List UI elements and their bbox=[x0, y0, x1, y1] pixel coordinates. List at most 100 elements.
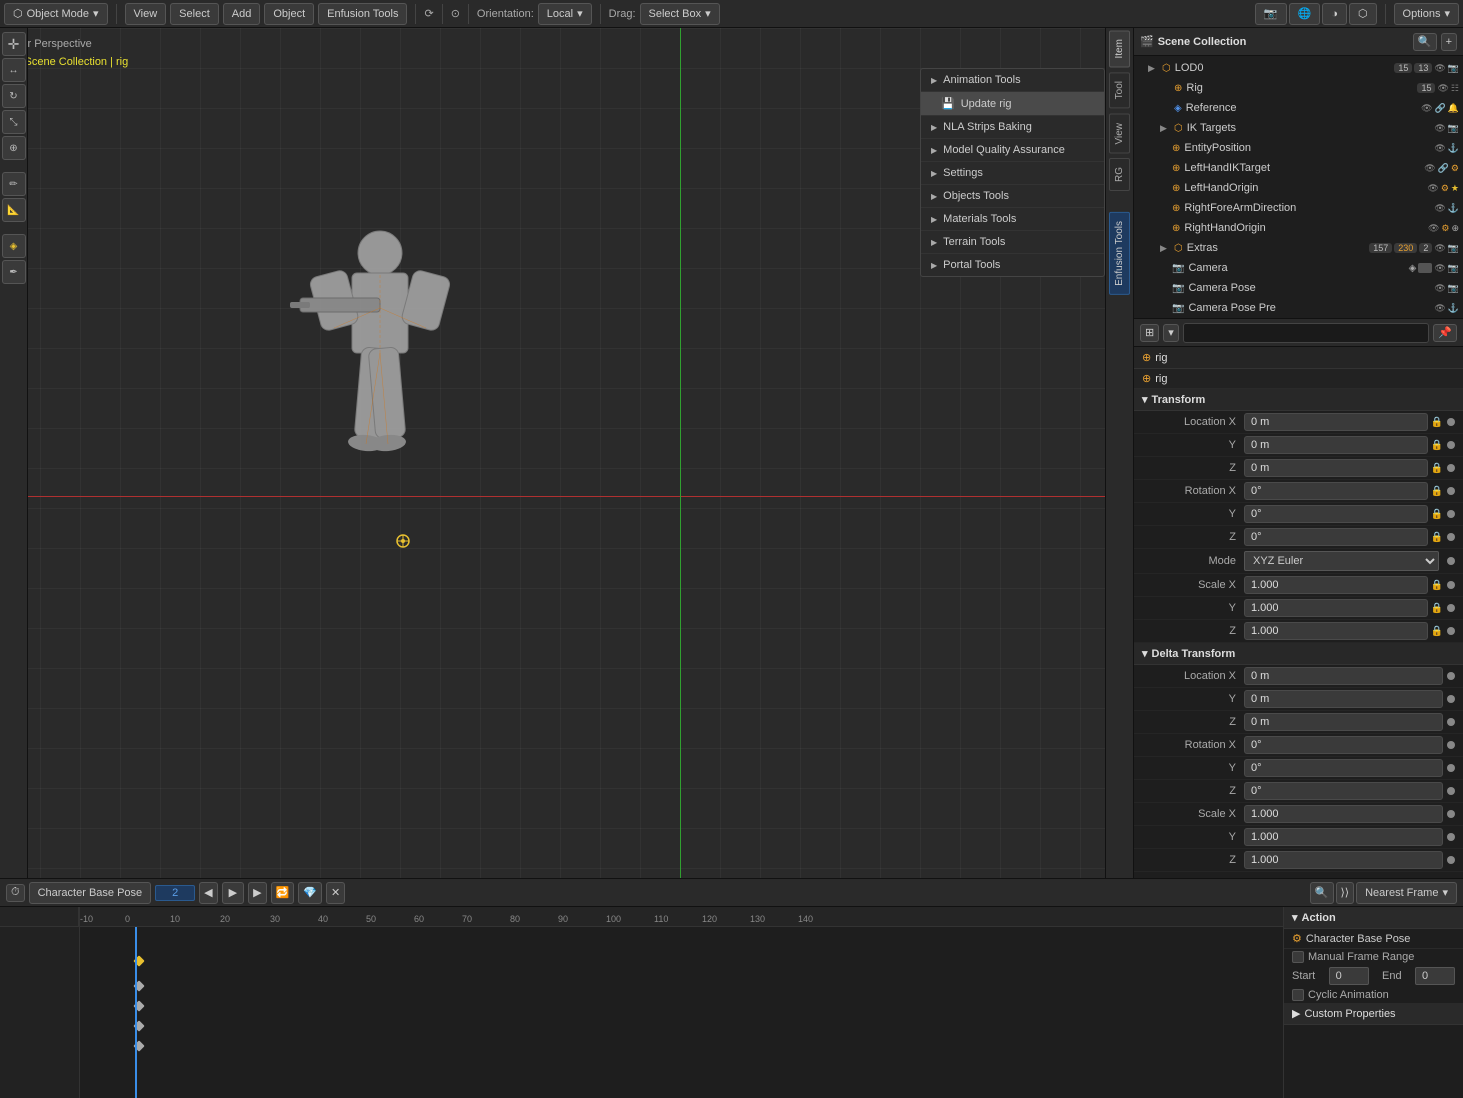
prop-pin-btn[interactable]: 📌 bbox=[1433, 324, 1457, 342]
delta-loc-y-value[interactable]: 0 m bbox=[1244, 690, 1443, 708]
enfusion-menu[interactable]: Enfusion Tools bbox=[318, 3, 407, 25]
render-btn[interactable]: 🌐 bbox=[1289, 3, 1321, 25]
portal-tools-item[interactable]: ▶ Portal Tools bbox=[921, 254, 1104, 276]
transform-tool[interactable]: ⊕ bbox=[2, 136, 26, 160]
cpp-eye[interactable]: 👁 bbox=[1434, 303, 1445, 314]
delta-loc-x-value[interactable]: 0 m bbox=[1244, 667, 1443, 685]
annotate-tool[interactable]: ✏ bbox=[2, 172, 26, 196]
rot-z-lock[interactable]: 🔒 bbox=[1431, 532, 1443, 543]
mode-selector[interactable]: ⬡ Object Mode ▾ bbox=[4, 3, 108, 25]
overlay-btn[interactable]: ⬡ bbox=[1349, 3, 1377, 25]
manual-frame-range-checkbox[interactable] bbox=[1292, 951, 1304, 963]
terrain-tools-item[interactable]: ▶ Terrain Tools bbox=[921, 231, 1104, 254]
tree-item-left-hand-origin[interactable]: ⊕ LeftHandOrigin 👁 ⚙ ★ bbox=[1134, 178, 1463, 198]
delta-scale-x-value[interactable]: 1.000 bbox=[1244, 805, 1443, 823]
tree-item-right-forearm[interactable]: ⊕ RightForeArmDirection 👁 ⚓ bbox=[1134, 198, 1463, 218]
prop-search-input[interactable] bbox=[1183, 323, 1430, 343]
options-btn[interactable]: Options ▾ bbox=[1394, 3, 1459, 25]
frame-number-input[interactable] bbox=[155, 885, 195, 901]
timeline-tracks[interactable] bbox=[80, 927, 1283, 1098]
tree-item-lod0[interactable]: ▶ ⬡ LOD0 15 13 👁 📷 bbox=[1134, 58, 1463, 78]
select-box-btn[interactable]: Select Box ▾ bbox=[640, 3, 720, 25]
tree-item-ik-targets[interactable]: ▶ ⬡ IK Targets 👁 📷 bbox=[1134, 118, 1463, 138]
nla-strips-baking-item[interactable]: ▶ NLA Strips Baking bbox=[921, 116, 1104, 139]
cam-eye[interactable]: 👁 bbox=[1434, 263, 1445, 274]
end-input[interactable] bbox=[1415, 967, 1455, 985]
play-btn[interactable]: ▶ bbox=[222, 882, 244, 904]
rotation-x-value[interactable]: 0° bbox=[1244, 482, 1428, 500]
prop-filter-btn[interactable]: ▾ bbox=[1163, 324, 1179, 342]
ik-eye[interactable]: 👁 bbox=[1434, 123, 1445, 134]
timeline-main[interactable]: -10 0 10 20 30 40 50 60 70 80 90 100 110… bbox=[80, 907, 1283, 1098]
objects-tools-item[interactable]: ▶ Objects Tools bbox=[921, 185, 1104, 208]
cyclic-animation-checkbox[interactable] bbox=[1292, 989, 1304, 1001]
anim-name-btn[interactable]: Character Base Pose bbox=[29, 882, 152, 904]
move-tool[interactable]: ↔ bbox=[2, 58, 26, 82]
lod0-eye[interactable]: 👁 bbox=[1434, 63, 1445, 74]
loc-y-lock[interactable]: 🔒 bbox=[1431, 440, 1443, 451]
timeline-close-btn[interactable]: ✕ bbox=[326, 882, 345, 904]
scale-y-value[interactable]: 1.000 bbox=[1244, 599, 1428, 617]
location-x-value[interactable]: 0 m bbox=[1244, 413, 1428, 431]
lhik-eye[interactable]: 👁 bbox=[1424, 163, 1435, 174]
rotation-y-value[interactable]: 0° bbox=[1244, 505, 1428, 523]
tree-item-entity-pos[interactable]: ⊕ EntityPosition 👁 ⚓ bbox=[1134, 138, 1463, 158]
playback-mode-btn[interactable]: Nearest Frame ▾ bbox=[1356, 882, 1457, 904]
view-menu[interactable]: View bbox=[125, 3, 167, 25]
camera-btn[interactable]: 📷 bbox=[1255, 3, 1287, 25]
tool-tab[interactable]: Tool bbox=[1109, 72, 1130, 108]
shading-btn[interactable]: ◑ bbox=[1322, 3, 1347, 25]
timeline-cursor[interactable] bbox=[135, 927, 137, 1098]
model-quality-item[interactable]: ▶ Model Quality Assurance bbox=[921, 139, 1104, 162]
lod0-cam[interactable]: 📷 bbox=[1448, 63, 1459, 74]
rotate-tool[interactable]: ↻ bbox=[2, 84, 26, 108]
rig-eye[interactable]: 👁 bbox=[1437, 83, 1448, 94]
extras-eye[interactable]: 👁 bbox=[1434, 243, 1445, 254]
scale-z-value[interactable]: 1.000 bbox=[1244, 622, 1428, 640]
cursor-tool[interactable]: ✛ bbox=[2, 32, 26, 56]
delta-scale-y-value[interactable]: 1.000 bbox=[1244, 828, 1443, 846]
keyframe-btn[interactable]: 💎 bbox=[298, 882, 322, 904]
rot-y-lock[interactable]: 🔒 bbox=[1431, 509, 1443, 520]
loc-z-lock[interactable]: 🔒 bbox=[1431, 463, 1443, 474]
rfa-eye[interactable]: 👁 bbox=[1434, 203, 1445, 214]
view-tab[interactable]: View bbox=[1109, 114, 1130, 154]
mode-select[interactable]: XYZ Euler bbox=[1244, 551, 1439, 571]
item-tab[interactable]: Item bbox=[1109, 30, 1130, 67]
materials-tools-item[interactable]: ▶ Materials Tools bbox=[921, 208, 1104, 231]
location-y-value[interactable]: 0 m bbox=[1244, 436, 1428, 454]
tree-item-extras[interactable]: ▶ ⬡ Extras 157 230 2 👁 📷 bbox=[1134, 238, 1463, 258]
tree-item-camera-pose-pre[interactable]: 📷 Camera Pose Pre 👁 ⚓ bbox=[1134, 298, 1463, 318]
transform-section[interactable]: ▾ Transform bbox=[1134, 389, 1463, 411]
ep-eye[interactable]: 👁 bbox=[1434, 143, 1445, 154]
scale-tool[interactable]: ⤡ bbox=[2, 110, 26, 134]
location-z-value[interactable]: 0 m bbox=[1244, 459, 1428, 477]
scale-z-lock[interactable]: 🔒 bbox=[1431, 626, 1443, 637]
scale-y-lock[interactable]: 🔒 bbox=[1431, 603, 1443, 614]
select-menu[interactable]: Select bbox=[170, 3, 219, 25]
rho-eye[interactable]: 👁 bbox=[1428, 223, 1439, 234]
rg-tab[interactable]: RG bbox=[1109, 158, 1130, 191]
grease-pencil-tool[interactable]: ✒ bbox=[2, 260, 26, 284]
tree-item-camera[interactable]: 📷 Camera ◈ 👁 📷 bbox=[1134, 258, 1463, 278]
add-menu[interactable]: Add bbox=[223, 3, 261, 25]
loc-x-lock[interactable]: 🔒 bbox=[1431, 417, 1443, 428]
tree-item-left-hand-ik[interactable]: ⊕ LeftHandIKTarget 👁 🔗 ⚙ bbox=[1134, 158, 1463, 178]
scene-add-btn[interactable]: + bbox=[1441, 33, 1457, 51]
scale-x-lock[interactable]: 🔒 bbox=[1431, 580, 1443, 591]
scene-filter-btn[interactable]: 🔍 bbox=[1413, 33, 1437, 51]
object-menu[interactable]: Object bbox=[264, 3, 314, 25]
delta-rot-x-value[interactable]: 0° bbox=[1244, 736, 1443, 754]
animation-tools-item[interactable]: ▶ Animation Tools bbox=[921, 69, 1104, 92]
rot-x-lock[interactable]: 🔒 bbox=[1431, 486, 1443, 497]
settings-item[interactable]: ▶ Settings bbox=[921, 162, 1104, 185]
update-rig-item[interactable]: 💾 Update rig bbox=[921, 92, 1104, 116]
measure-tool[interactable]: 📐 bbox=[2, 198, 26, 222]
tree-item-right-hand-origin[interactable]: ⊕ RightHandOrigin 👁 ⚙ ⊕ bbox=[1134, 218, 1463, 238]
tree-item-reference[interactable]: ◈ Reference 👁 🔗 🔔 bbox=[1134, 98, 1463, 118]
ref-eye[interactable]: 👁 bbox=[1421, 103, 1432, 114]
start-input[interactable] bbox=[1329, 967, 1369, 985]
orientation-selector[interactable]: Local ▾ bbox=[538, 3, 592, 25]
scale-x-value[interactable]: 1.000 bbox=[1244, 576, 1428, 594]
loop-btn[interactable]: 🔁 bbox=[271, 882, 295, 904]
